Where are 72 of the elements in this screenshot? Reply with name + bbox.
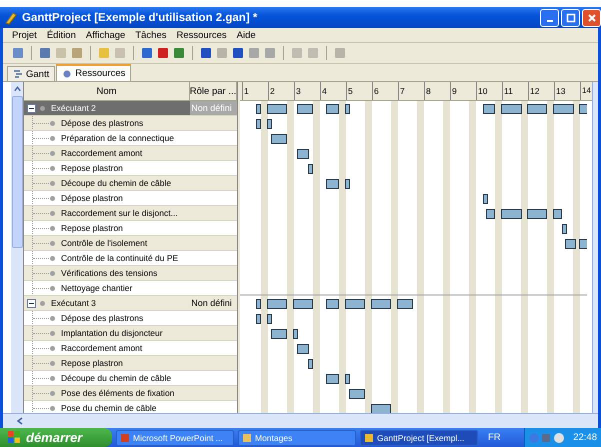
column-header[interactable]: Rôle par ... bbox=[190, 82, 237, 100]
day-header: 13 bbox=[554, 82, 580, 100]
menu-item[interactable]: Projet bbox=[7, 30, 42, 40]
table-row[interactable]: Implantation du disjoncteur bbox=[24, 326, 237, 341]
day-header: 1 bbox=[242, 82, 268, 100]
table-row[interactable]: Nettoyage chantier bbox=[24, 281, 237, 296]
table-row[interactable]: Découpe du chemin de câble bbox=[24, 371, 237, 386]
task-name: Vérifications des tensions bbox=[61, 268, 158, 278]
resource-name: Exécutant 3 bbox=[51, 298, 96, 308]
language-indicator[interactable]: FR bbox=[488, 432, 501, 443]
task-name: Repose plastron bbox=[61, 223, 123, 233]
day-header: 4 bbox=[320, 82, 346, 100]
table-row[interactable]: Exécutant 3 Non défini bbox=[24, 296, 237, 311]
table-row[interactable]: Pose des éléments de fixation bbox=[24, 386, 237, 401]
day-header: 3 bbox=[294, 82, 320, 100]
task-name: Découpe du chemin de câble bbox=[61, 178, 172, 188]
task-name: Dépose des plastrons bbox=[61, 313, 144, 323]
table-row[interactable]: Repose plastron bbox=[24, 221, 237, 236]
table-row[interactable]: Dépose des plastrons bbox=[24, 116, 237, 131]
tab[interactable]: Gantt bbox=[7, 66, 56, 81]
table-row[interactable]: Repose plastron bbox=[24, 161, 237, 176]
tab[interactable]: Ressources bbox=[56, 64, 132, 81]
table-row[interactable]: Contrôle de l'isolement bbox=[24, 236, 237, 251]
day-header: 9 bbox=[450, 82, 476, 100]
resource-name: Exécutant 2 bbox=[51, 103, 96, 113]
task-name: Préparation de la connectique bbox=[61, 133, 174, 143]
taskbar-button[interactable]: Microsoft PowerPoint ... bbox=[116, 430, 234, 446]
menu-item[interactable]: Aide bbox=[232, 30, 261, 40]
task-name: Raccordement amont bbox=[61, 148, 142, 158]
table-row[interactable]: Découpe du chemin de câble bbox=[24, 176, 237, 191]
table-row[interactable]: Exécutant 2 Non défini bbox=[24, 101, 237, 116]
task-name: Pose des éléments de fixation bbox=[61, 388, 174, 398]
table-row[interactable]: Vérifications des tensions bbox=[24, 266, 237, 281]
table-row[interactable]: Préparation de la connectique bbox=[24, 131, 237, 146]
clock: 22:48 bbox=[573, 432, 597, 443]
task-name: Dépose des plastrons bbox=[61, 118, 144, 128]
table-row[interactable]: Dépose des plastrons bbox=[24, 311, 237, 326]
day-header: 11 bbox=[502, 82, 528, 100]
task-name: Nettoyage chantier bbox=[61, 283, 132, 293]
table-row[interactable]: Dépose plastron bbox=[24, 191, 237, 206]
day-header: 7 bbox=[398, 82, 424, 100]
day-header: 5 bbox=[346, 82, 372, 100]
task-name: Raccordement amont bbox=[61, 343, 142, 353]
task-name: Contrôle de l'isolement bbox=[61, 238, 148, 248]
menu-item[interactable]: Édition bbox=[42, 30, 81, 40]
day-header: 10 bbox=[476, 82, 502, 100]
window-title: GanttProject [Exemple d'utilisation 2.gan] * bbox=[22, 12, 258, 24]
task-name: Contrôle de la continuité du PE bbox=[61, 253, 178, 263]
task-name: Repose plastron bbox=[61, 163, 123, 173]
task-name: Dépose plastron bbox=[61, 193, 123, 203]
role-text: Non défini bbox=[191, 103, 232, 113]
column-header[interactable]: Nom bbox=[24, 82, 190, 100]
day-header: 8 bbox=[424, 82, 450, 100]
taskbar-button[interactable]: Montages bbox=[238, 430, 356, 446]
task-name: Repose plastron bbox=[61, 358, 123, 368]
table-row[interactable]: Raccordement amont bbox=[24, 146, 237, 161]
day-header: 6 bbox=[372, 82, 398, 100]
task-name: Découpe du chemin de câble bbox=[61, 373, 172, 383]
day-header: 12 bbox=[528, 82, 554, 100]
day-header: 2 bbox=[268, 82, 294, 100]
task-name: Pose du chemin de câble bbox=[61, 403, 156, 413]
taskbar-button[interactable]: GanttProject [Exempl... bbox=[360, 430, 478, 446]
task-name: Implantation du disjoncteur bbox=[61, 328, 163, 338]
menu-item[interactable]: Affichage bbox=[80, 30, 130, 40]
menu-item[interactable]: Tâches bbox=[130, 30, 172, 40]
table-row[interactable]: Raccordement sur le disjonct... bbox=[24, 206, 237, 221]
table-row[interactable]: Contrôle de la continuité du PE bbox=[24, 251, 237, 266]
task-name: Raccordement sur le disjonct... bbox=[61, 208, 178, 218]
menu-item[interactable]: Ressources bbox=[172, 30, 232, 40]
table-row[interactable]: Raccordement amont bbox=[24, 341, 237, 356]
table-row[interactable]: Repose plastron bbox=[24, 356, 237, 371]
role-text: Non défini bbox=[191, 298, 232, 308]
